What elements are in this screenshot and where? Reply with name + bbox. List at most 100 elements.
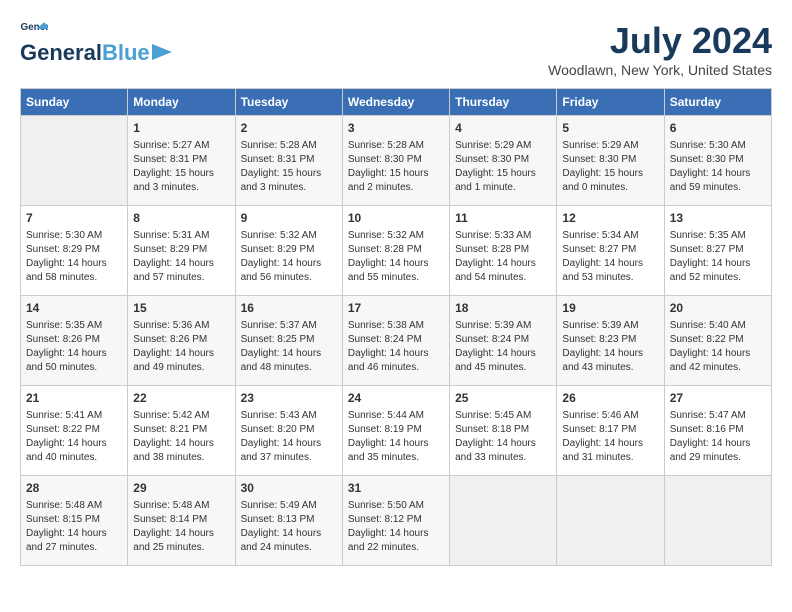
week-row-2: 7 Sunrise: 5:30 AM Sunset: 8:29 PM Daylig… [21, 206, 772, 296]
day-info: Sunrise: 5:46 AM Sunset: 8:17 PM Dayligh… [562, 409, 658, 465]
day-info: Sunrise: 5:41 AM Sunset: 8:22 PM Dayligh… [26, 409, 122, 465]
day-info: Sunrise: 5:36 AM Sunset: 8:26 PM Dayligh… [133, 319, 229, 375]
calendar-body: 1 Sunrise: 5:27 AM Sunset: 8:31 PM Daylig… [21, 116, 772, 566]
calendar-cell: 30Sunrise: 5:49 AM Sunset: 8:13 PM Dayli… [235, 476, 342, 566]
day-info: Sunrise: 5:39 AM Sunset: 8:24 PM Dayligh… [455, 319, 551, 375]
calendar-cell: 19 Sunrise: 5:39 AM Sunset: 8:23 PM Dayli… [557, 296, 664, 386]
day-info: Sunrise: 5:48 AM Sunset: 8:14 PM Dayligh… [133, 499, 229, 555]
day-info: Sunrise: 5:39 AM Sunset: 8:23 PM Dayligh… [562, 319, 658, 375]
day-number: 20 [670, 300, 766, 317]
week-row-3: 14 Sunrise: 5:35 AM Sunset: 8:26 PM Dayli… [21, 296, 772, 386]
day-info: Sunrise: 5:50 AM Sunset: 8:12 PM Dayligh… [348, 499, 444, 555]
day-number: 29 [133, 480, 229, 497]
day-number: 12 [562, 210, 658, 227]
day-number: 7 [26, 210, 122, 227]
calendar-cell: 2Sunrise: 5:28 AM Sunset: 8:31 PM Daylig… [235, 116, 342, 206]
day-number: 23 [241, 390, 337, 407]
day-info: Sunrise: 5:38 AM Sunset: 8:24 PM Dayligh… [348, 319, 444, 375]
day-number: 13 [670, 210, 766, 227]
calendar-cell [450, 476, 557, 566]
day-number: 14 [26, 300, 122, 317]
day-info: Sunrise: 5:27 AM Sunset: 8:31 PM Dayligh… [133, 139, 229, 195]
calendar-cell: 6Sunrise: 5:30 AM Sunset: 8:30 PM Daylig… [664, 116, 771, 206]
day-info: Sunrise: 5:32 AM Sunset: 8:28 PM Dayligh… [348, 229, 444, 285]
day-header-monday: Monday [128, 89, 235, 116]
calendar-cell: 25Sunrise: 5:45 AM Sunset: 8:18 PM Dayli… [450, 386, 557, 476]
calendar-cell: 9 Sunrise: 5:32 AM Sunset: 8:29 PM Daylig… [235, 206, 342, 296]
day-number: 8 [133, 210, 229, 227]
day-number: 4 [455, 120, 551, 137]
logo-blue: Blue [102, 40, 150, 66]
day-info: Sunrise: 5:45 AM Sunset: 8:18 PM Dayligh… [455, 409, 551, 465]
day-info: Sunrise: 5:33 AM Sunset: 8:28 PM Dayligh… [455, 229, 551, 285]
calendar-cell: 16Sunrise: 5:37 AM Sunset: 8:25 PM Dayli… [235, 296, 342, 386]
day-number: 27 [670, 390, 766, 407]
calendar-cell: 20 Sunrise: 5:40 AM Sunset: 8:22 PM Dayli… [664, 296, 771, 386]
day-info: Sunrise: 5:40 AM Sunset: 8:22 PM Dayligh… [670, 319, 766, 375]
day-info: Sunrise: 5:35 AM Sunset: 8:26 PM Dayligh… [26, 319, 122, 375]
location-subtitle: Woodlawn, New York, United States [548, 62, 772, 78]
week-row-4: 21 Sunrise: 5:41 AM Sunset: 8:22 PM Dayli… [21, 386, 772, 476]
day-info: Sunrise: 5:29 AM Sunset: 8:30 PM Dayligh… [562, 139, 658, 195]
day-number: 21 [26, 390, 122, 407]
day-number: 15 [133, 300, 229, 317]
logo-icon: General [20, 20, 48, 38]
calendar-cell: 7 Sunrise: 5:30 AM Sunset: 8:29 PM Daylig… [21, 206, 128, 296]
day-number: 5 [562, 120, 658, 137]
calendar-cell: 1 Sunrise: 5:27 AM Sunset: 8:31 PM Daylig… [128, 116, 235, 206]
calendar-cell [21, 116, 128, 206]
day-number: 1 [133, 120, 229, 137]
day-number: 10 [348, 210, 444, 227]
calendar-cell [664, 476, 771, 566]
calendar-cell: 23Sunrise: 5:43 AM Sunset: 8:20 PM Dayli… [235, 386, 342, 476]
calendar-cell: 22Sunrise: 5:42 AM Sunset: 8:21 PM Dayli… [128, 386, 235, 476]
day-number: 9 [241, 210, 337, 227]
calendar-cell: 28 Sunrise: 5:48 AM Sunset: 8:15 PM Dayli… [21, 476, 128, 566]
calendar-cell: 8Sunrise: 5:31 AM Sunset: 8:29 PM Daylig… [128, 206, 235, 296]
calendar-cell: 4 Sunrise: 5:29 AM Sunset: 8:30 PM Daylig… [450, 116, 557, 206]
page-header: General General Blue July 2024 Woodlawn,… [20, 20, 772, 78]
day-info: Sunrise: 5:49 AM Sunset: 8:13 PM Dayligh… [241, 499, 337, 555]
day-info: Sunrise: 5:30 AM Sunset: 8:29 PM Dayligh… [26, 229, 122, 285]
week-row-5: 28 Sunrise: 5:48 AM Sunset: 8:15 PM Dayli… [21, 476, 772, 566]
calendar-cell: 29 Sunrise: 5:48 AM Sunset: 8:14 PM Dayli… [128, 476, 235, 566]
calendar-cell: 17Sunrise: 5:38 AM Sunset: 8:24 PM Dayli… [342, 296, 449, 386]
day-info: Sunrise: 5:35 AM Sunset: 8:27 PM Dayligh… [670, 229, 766, 285]
day-number: 11 [455, 210, 551, 227]
calendar-cell: 31 Sunrise: 5:50 AM Sunset: 8:12 PM Dayli… [342, 476, 449, 566]
day-info: Sunrise: 5:32 AM Sunset: 8:29 PM Dayligh… [241, 229, 337, 285]
calendar-cell: 21 Sunrise: 5:41 AM Sunset: 8:22 PM Dayli… [21, 386, 128, 476]
calendar-header: SundayMondayTuesdayWednesdayThursdayFrid… [21, 89, 772, 116]
calendar-cell: 18Sunrise: 5:39 AM Sunset: 8:24 PM Dayli… [450, 296, 557, 386]
day-info: Sunrise: 5:48 AM Sunset: 8:15 PM Dayligh… [26, 499, 122, 555]
header-row: SundayMondayTuesdayWednesdayThursdayFrid… [21, 89, 772, 116]
day-header-tuesday: Tuesday [235, 89, 342, 116]
month-year-title: July 2024 [548, 20, 772, 62]
day-info: Sunrise: 5:28 AM Sunset: 8:30 PM Dayligh… [348, 139, 444, 195]
week-row-1: 1 Sunrise: 5:27 AM Sunset: 8:31 PM Daylig… [21, 116, 772, 206]
logo-general: General [20, 40, 102, 66]
calendar-cell: 13 Sunrise: 5:35 AM Sunset: 8:27 PM Dayli… [664, 206, 771, 296]
day-info: Sunrise: 5:29 AM Sunset: 8:30 PM Dayligh… [455, 139, 551, 195]
calendar-cell: 14 Sunrise: 5:35 AM Sunset: 8:26 PM Dayli… [21, 296, 128, 386]
day-header-wednesday: Wednesday [342, 89, 449, 116]
day-info: Sunrise: 5:30 AM Sunset: 8:30 PM Dayligh… [670, 139, 766, 195]
day-number: 26 [562, 390, 658, 407]
calendar-cell [557, 476, 664, 566]
day-info: Sunrise: 5:28 AM Sunset: 8:31 PM Dayligh… [241, 139, 337, 195]
day-info: Sunrise: 5:47 AM Sunset: 8:16 PM Dayligh… [670, 409, 766, 465]
calendar-cell: 15 Sunrise: 5:36 AM Sunset: 8:26 PM Dayli… [128, 296, 235, 386]
day-info: Sunrise: 5:34 AM Sunset: 8:27 PM Dayligh… [562, 229, 658, 285]
day-number: 24 [348, 390, 444, 407]
day-number: 19 [562, 300, 658, 317]
day-info: Sunrise: 5:37 AM Sunset: 8:25 PM Dayligh… [241, 319, 337, 375]
calendar-cell: 11 Sunrise: 5:33 AM Sunset: 8:28 PM Dayli… [450, 206, 557, 296]
day-number: 28 [26, 480, 122, 497]
calendar-cell: 26 Sunrise: 5:46 AM Sunset: 8:17 PM Dayli… [557, 386, 664, 476]
day-number: 31 [348, 480, 444, 497]
calendar-cell: 24Sunrise: 5:44 AM Sunset: 8:19 PM Dayli… [342, 386, 449, 476]
logo: General General Blue [20, 20, 172, 66]
day-header-sunday: Sunday [21, 89, 128, 116]
day-info: Sunrise: 5:42 AM Sunset: 8:21 PM Dayligh… [133, 409, 229, 465]
day-header-friday: Friday [557, 89, 664, 116]
